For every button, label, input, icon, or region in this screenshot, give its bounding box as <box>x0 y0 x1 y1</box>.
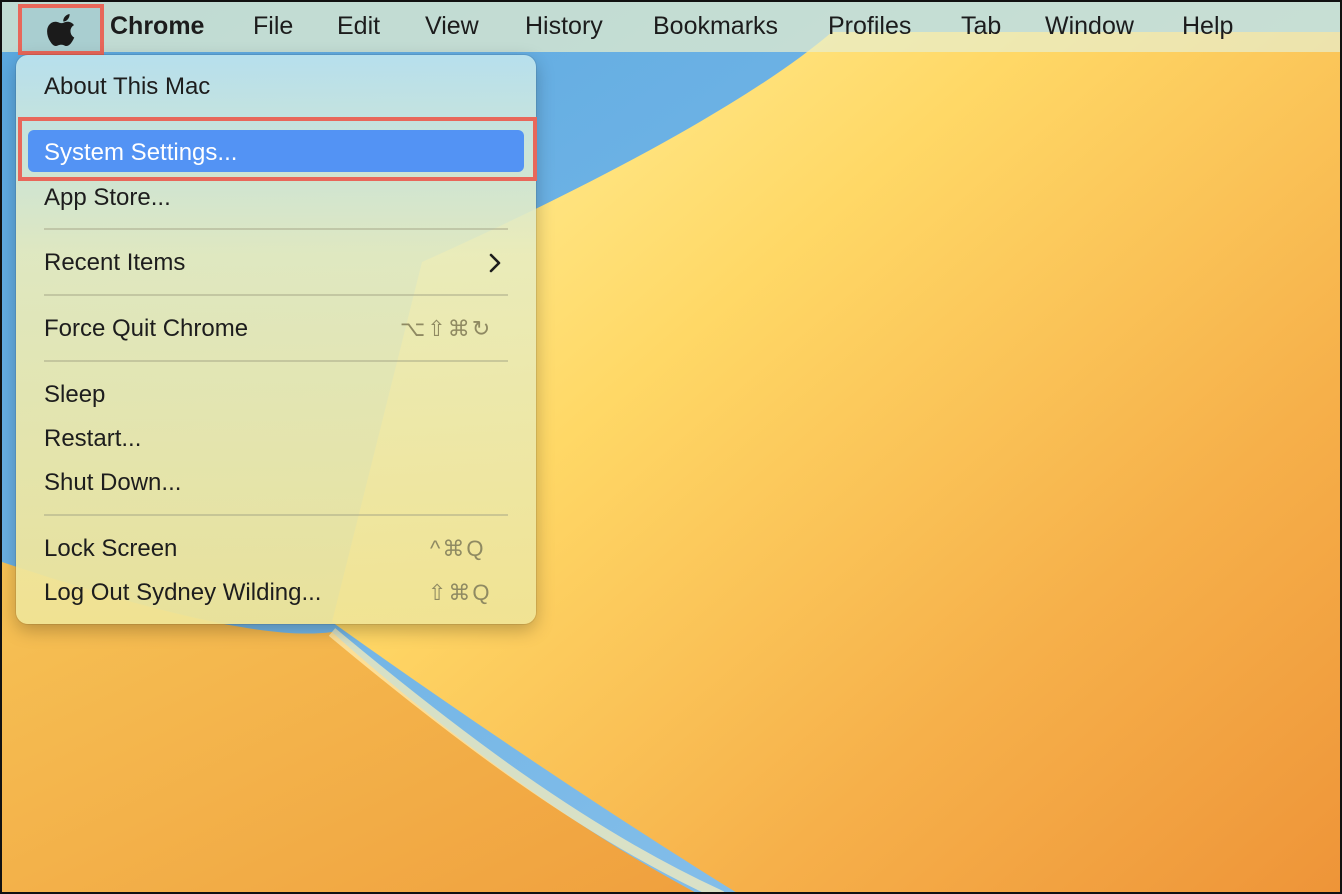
menu-edit[interactable]: Edit <box>337 12 380 41</box>
menu-separator <box>44 294 508 296</box>
menu-item-sleep[interactable]: Sleep <box>44 381 105 409</box>
annotation-highlight-box <box>18 117 537 181</box>
menu-item-about-this-mac[interactable]: About This Mac <box>44 73 210 101</box>
menu-item-lock-screen[interactable]: Lock Screen <box>44 535 177 563</box>
menu-bar: Chrome File Edit View History Bookmarks … <box>2 2 1340 55</box>
menu-item-restart[interactable]: Restart... <box>44 425 141 453</box>
menu-profiles[interactable]: Profiles <box>828 12 911 41</box>
menu-file[interactable]: File <box>253 12 293 41</box>
menu-bookmarks[interactable]: Bookmarks <box>653 12 778 41</box>
menu-item-recent-items[interactable]: Recent Items <box>44 249 185 277</box>
apple-menu-button[interactable] <box>18 4 104 55</box>
menu-item-force-quit[interactable]: Force Quit Chrome <box>44 315 248 343</box>
menu-item-log-out[interactable]: Log Out Sydney Wilding... <box>44 579 321 607</box>
menu-separator <box>44 360 508 362</box>
menu-item-app-store[interactable]: App Store... <box>44 184 171 212</box>
log-out-shortcut: ⇧⌘Q <box>428 580 492 605</box>
menu-view[interactable]: View <box>425 12 479 41</box>
menu-separator <box>44 514 508 516</box>
menu-history[interactable]: History <box>525 12 603 41</box>
lock-screen-shortcut: ^⌘Q <box>430 536 486 561</box>
chevron-right-icon <box>489 253 501 273</box>
menu-item-shut-down[interactable]: Shut Down... <box>44 469 181 497</box>
menu-app-chrome[interactable]: Chrome <box>110 12 204 41</box>
screen-frame: Chrome File Edit View History Bookmarks … <box>0 0 1342 894</box>
force-quit-shortcut: ⌥⇧⌘↻ <box>400 316 493 341</box>
menu-separator <box>44 228 508 230</box>
menu-window[interactable]: Window <box>1045 12 1134 41</box>
menu-help[interactable]: Help <box>1182 12 1233 41</box>
menu-tab[interactable]: Tab <box>961 12 1001 41</box>
apple-logo-icon <box>47 13 75 46</box>
